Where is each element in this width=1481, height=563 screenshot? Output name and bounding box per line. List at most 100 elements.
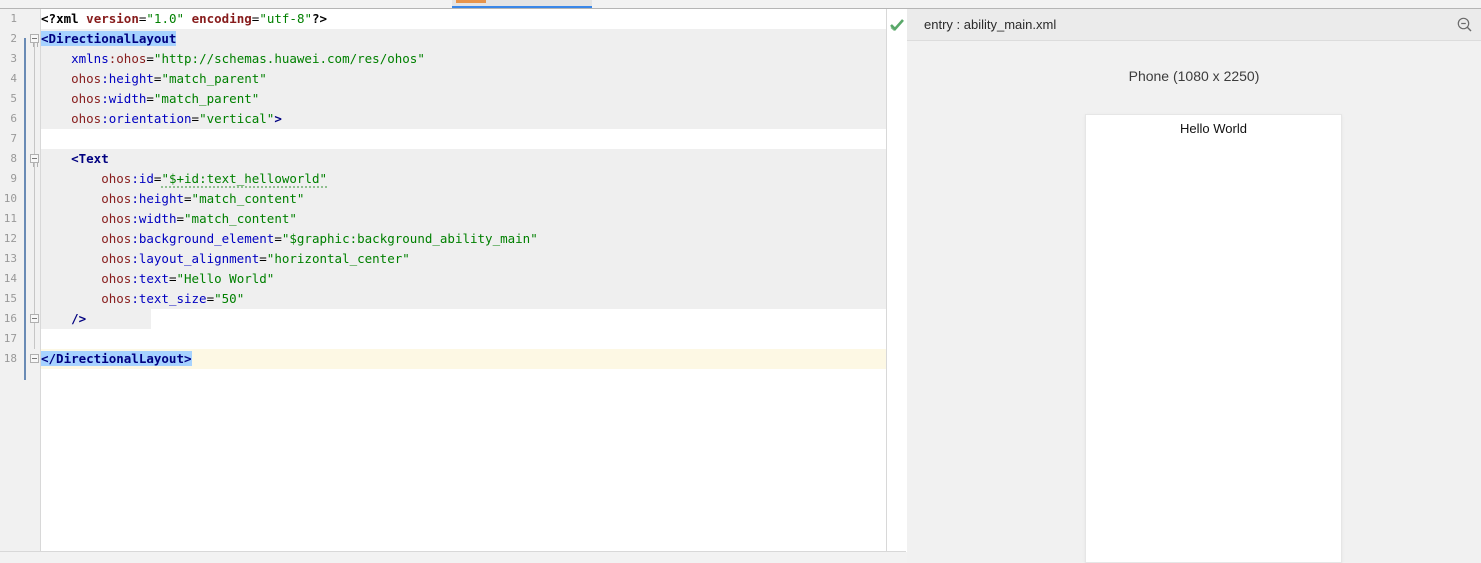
code-token: version xyxy=(86,11,139,26)
code-token: :text_size xyxy=(131,291,207,306)
code-token: xml xyxy=(56,11,79,26)
code-token: "http://schemas.huawei.com/res/ohos" xyxy=(153,51,425,66)
line-number: 13 xyxy=(3,252,17,265)
code-text-area[interactable]: <?xml version="1.0" encoding="utf-8"?> <D… xyxy=(41,9,906,552)
green-check-icon[interactable] xyxy=(890,18,904,32)
code-line-text: </DirectionalLayout> xyxy=(41,351,192,366)
fold-toggle-icon[interactable] xyxy=(30,34,39,43)
code-token: <DirectionalLayout xyxy=(41,31,177,46)
code-token: :layout_alignment xyxy=(131,251,260,266)
code-line-text: ohos:width="match_content" xyxy=(41,211,297,226)
code-line[interactable]: ohos:layout_alignment="horizontal_center… xyxy=(41,249,906,269)
line-number-column: 1 2 3 4 5 6 7 8 9 10 11 12 13 14 15 16 17 18 xyxy=(0,9,17,369)
code-token: ohos xyxy=(101,231,132,246)
code-token: = xyxy=(146,91,154,106)
code-token: ohos xyxy=(101,271,132,286)
code-line[interactable]: xmlns:ohos="http://schemas.huawei.com/re… xyxy=(41,49,906,69)
code-token: = xyxy=(176,211,185,226)
code-line[interactable]: ohos:background_element="$graphic:backgr… xyxy=(41,229,906,249)
preview-title: entry : ability_main.xml xyxy=(924,17,1057,32)
editor-bottom-border xyxy=(0,551,906,552)
code-line[interactable]: /> xyxy=(41,309,906,329)
code-token: = xyxy=(274,231,282,246)
code-line[interactable] xyxy=(41,129,906,149)
code-token: ohos xyxy=(101,211,132,226)
code-token: :orientation xyxy=(101,111,192,126)
code-line[interactable]: <Text xyxy=(41,149,906,169)
code-line[interactable] xyxy=(41,329,906,349)
code-token: "1.0" xyxy=(146,11,185,26)
fold-indent-guide xyxy=(34,43,35,349)
code-line[interactable]: ohos:width="match_content" xyxy=(41,209,906,229)
code-token: :width xyxy=(131,211,177,226)
line-number: 10 xyxy=(3,192,17,205)
device-frame[interactable]: Hello World xyxy=(1085,114,1342,563)
code-line[interactable]: ohos:width="match_parent" xyxy=(41,89,906,109)
code-line[interactable]: ohos:orientation="vertical"> xyxy=(41,109,906,129)
code-token: "utf-8" xyxy=(259,11,312,26)
code-token: = xyxy=(168,271,177,286)
magnifier-minus-icon[interactable] xyxy=(1456,16,1473,33)
code-line-text: ohos:background_element="$graphic:backgr… xyxy=(41,231,538,246)
line-number: 11 xyxy=(3,212,17,225)
code-line-text: <?xml version="1.0" encoding="utf-8"?> xyxy=(41,11,327,26)
code-token: :height xyxy=(131,191,185,206)
line-number: 6 xyxy=(10,112,17,125)
code-line[interactable]: <DirectionalLayout xyxy=(41,29,906,49)
layout-preview-panel: entry : ability_main.xml Phone (1080 x 2… xyxy=(907,9,1481,563)
code-line[interactable]: ohos:id="$+id:text_helloworld" xyxy=(41,169,906,189)
line-number: 16 xyxy=(3,312,17,325)
code-line[interactable]: ohos:text="Hello World" xyxy=(41,269,906,289)
code-token: "match_parent" xyxy=(153,91,260,106)
code-token: = xyxy=(206,291,215,306)
code-editor-panel[interactable]: 1 2 3 4 5 6 7 8 9 10 11 12 13 14 15 16 17 18 <?xml versio… xyxy=(0,9,907,552)
editor-tab-strip xyxy=(0,0,1481,9)
fold-toggle-icon[interactable] xyxy=(30,314,39,323)
code-line-text: <DirectionalLayout xyxy=(41,31,177,46)
code-line[interactable]: ohos:height="match_parent" xyxy=(41,69,906,89)
code-token: ohos xyxy=(101,171,132,186)
code-line[interactable]: <?xml version="1.0" encoding="utf-8"?> xyxy=(41,9,906,29)
line-number: 8 xyxy=(10,152,17,165)
preview-header: entry : ability_main.xml xyxy=(907,9,1481,41)
code-line-text: /> xyxy=(41,311,86,326)
code-token: :width xyxy=(101,91,147,106)
code-line[interactable]: ohos:text_size="50" xyxy=(41,289,906,309)
line-number: 4 xyxy=(10,72,17,85)
fold-toggle-icon[interactable] xyxy=(30,154,39,163)
code-token: :ohos xyxy=(108,51,147,66)
code-token: ?> xyxy=(312,11,328,26)
code-token: ohos xyxy=(101,191,132,206)
code-token: "match_parent" xyxy=(161,71,267,86)
tab-modified-marker xyxy=(456,0,486,3)
line-number: 17 xyxy=(3,332,17,345)
line-number: 2 xyxy=(10,32,17,45)
device-screen-text: Hello World xyxy=(1180,121,1247,136)
vcs-change-marker[interactable] xyxy=(24,38,26,380)
code-token: </DirectionalLayout> xyxy=(41,351,192,366)
code-token: ohos xyxy=(71,111,102,126)
code-line-text: ohos:text="Hello World" xyxy=(41,271,274,286)
code-token: :background_element xyxy=(131,231,275,246)
code-folding-column[interactable] xyxy=(30,9,40,552)
code-line[interactable]: </DirectionalLayout> xyxy=(41,349,906,369)
editor-marker-rail[interactable] xyxy=(886,9,907,552)
code-line[interactable]: ohos:height="match_content" xyxy=(41,189,906,209)
fold-toggle-icon[interactable] xyxy=(30,354,39,363)
line-number: 5 xyxy=(10,92,17,105)
line-number: 18 xyxy=(3,352,17,365)
preview-body[interactable]: Phone (1080 x 2250) Hello World xyxy=(907,41,1481,563)
fold-tail xyxy=(33,163,38,167)
code-token: = xyxy=(259,251,267,266)
code-token: "$graphic:background_ability_main" xyxy=(281,231,538,246)
